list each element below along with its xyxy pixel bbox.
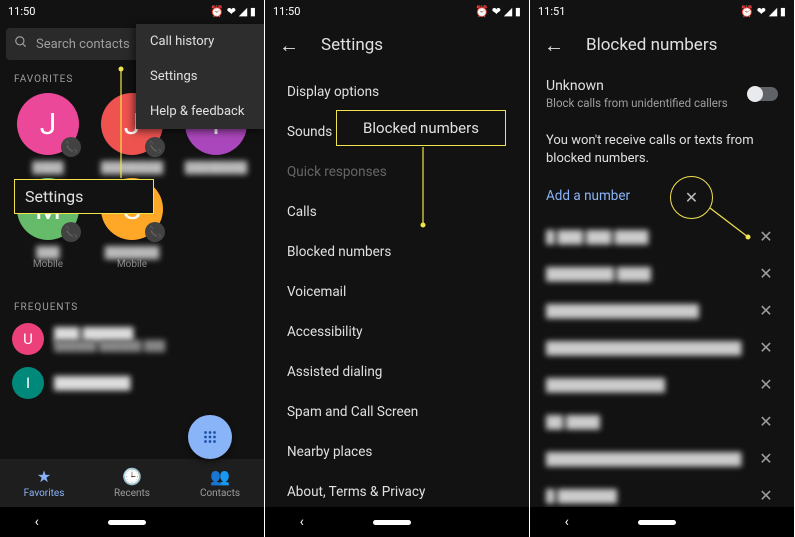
clock: 11:51 [538, 5, 565, 18]
setting-accessibility[interactable]: Accessibility [265, 312, 529, 352]
blocked-item: ██ ████✕ [540, 403, 784, 440]
remove-icon[interactable]: ✕ [754, 338, 778, 357]
blocked-item: ████████ ████✕ [540, 255, 784, 292]
blocked-item: ██████████████✕ [540, 366, 784, 403]
status-icons: ⏰ ❤ ◢ ▮ [475, 5, 521, 18]
phone-icon: 📞 [61, 222, 81, 242]
blocked-list: █ ███ ███ ████✕ ████████ ████✕ █████████… [530, 218, 794, 537]
setting-assisted-dialing[interactable]: Assisted dialing [265, 352, 529, 392]
status-icons: ⏰ ❤ ◢ ▮ [740, 5, 786, 18]
menu-settings[interactable]: Settings [136, 59, 264, 94]
android-navbar: ‹ [265, 507, 529, 537]
bottom-tabs: ★ Favorites 🕒 Recents 👥 Contacts [0, 459, 264, 507]
setting-voicemail[interactable]: Voicemail [265, 272, 529, 312]
status-bar: 11:50 ⏰ ❤ ◢ ▮ [0, 0, 264, 22]
back-arrow-icon[interactable]: ← [544, 33, 564, 58]
menu-call-history[interactable]: Call history [136, 24, 264, 59]
remove-icon[interactable]: ✕ [754, 301, 778, 320]
frequent-item[interactable]: I █████████ [0, 361, 264, 405]
callout-settings: Settings [14, 179, 154, 214]
status-bar: 11:50 ⏰ ❤ ◢ ▮ [265, 0, 529, 22]
add-number-button[interactable]: Add a number [530, 174, 794, 218]
setting-display-options[interactable]: Display options [265, 72, 529, 112]
android-navbar: ‹ [530, 507, 794, 537]
nav-back[interactable]: ‹ [35, 514, 39, 530]
blocked-description: You won't receive calls or texts from bl… [530, 120, 794, 174]
blocked-item: ██████████████████✕ [540, 292, 784, 329]
remove-icon[interactable]: ✕ [754, 227, 778, 246]
page-title: Settings [321, 35, 383, 55]
setting-blocked-numbers[interactable]: Blocked numbers [265, 232, 529, 272]
search-icon [14, 35, 28, 53]
status-bar: 11:51 ⏰ ❤ ◢ ▮ [530, 0, 794, 22]
unknown-title: Unknown [546, 78, 748, 94]
nav-home[interactable] [108, 520, 146, 525]
status-icons: ⏰ ❤ ◢ ▮ [210, 5, 256, 18]
phone-icon: 📞 [145, 137, 165, 157]
phone-icon: 📞 [145, 222, 165, 242]
phone-icon: 📞 [61, 137, 81, 157]
pane-blocked-numbers: 11:51 ⏰ ❤ ◢ ▮ ← Blocked numbers Unknown … [530, 0, 795, 537]
star-icon: ★ [37, 467, 51, 486]
remove-icon[interactable]: ✕ [754, 486, 778, 505]
dialpad-fab[interactable] [188, 415, 232, 459]
avatar-u: U [12, 323, 44, 355]
blocked-item: ███████████████████████✕ [540, 440, 784, 477]
remove-icon[interactable]: ✕ [754, 412, 778, 431]
blocked-item: █ ███ ███ ████✕ [540, 218, 784, 255]
page-title: Blocked numbers [586, 35, 717, 55]
tab-recents[interactable]: 🕒 Recents [88, 459, 176, 507]
clock: 11:50 [8, 5, 35, 18]
avatar-i: I [12, 367, 44, 399]
search-placeholder: Search contacts [36, 37, 130, 52]
overflow-menu: Call history Settings Help & feedback [136, 24, 264, 129]
avatar-j1[interactable]: J 📞 [17, 93, 79, 155]
remove-icon[interactable]: ✕ [754, 375, 778, 394]
remove-icon[interactable]: ✕ [754, 449, 778, 468]
pane-contacts: 11:50 ⏰ ❤ ◢ ▮ Search contacts Call histo… [0, 0, 265, 537]
remove-icon[interactable]: ✕ [754, 264, 778, 283]
unknown-subtitle: Block calls from unidentified callers [546, 96, 748, 110]
setting-quick-responses[interactable]: Quick responses [265, 152, 529, 192]
setting-nearby[interactable]: Nearby places [265, 432, 529, 472]
people-icon: 👥 [210, 467, 230, 486]
unknown-toggle[interactable] [748, 87, 778, 101]
frequent-item[interactable]: U ███ ██████ ██████ ██████ ███ [0, 317, 264, 361]
menu-help[interactable]: Help & feedback [136, 94, 264, 129]
setting-about[interactable]: About, Terms & Privacy [265, 472, 529, 512]
blocked-item: ███████████████████████✕ [540, 329, 784, 366]
android-navbar: ‹ [0, 507, 264, 537]
frequents-header: FREQUENTS [0, 294, 264, 317]
callout-blocked-numbers: Blocked numbers [336, 110, 506, 146]
back-arrow-icon[interactable]: ← [279, 33, 299, 58]
clock: 11:50 [273, 5, 300, 18]
nav-home[interactable] [638, 520, 676, 525]
pane-settings: 11:50 ⏰ ❤ ◢ ▮ ← Settings Display options… [265, 0, 530, 537]
nav-back[interactable]: ‹ [300, 514, 304, 530]
setting-calls[interactable]: Calls [265, 192, 529, 232]
tab-contacts[interactable]: 👥 Contacts [176, 459, 264, 507]
callout-remove-x: ✕ [670, 176, 713, 219]
setting-spam[interactable]: Spam and Call Screen [265, 392, 529, 432]
tab-favorites[interactable]: ★ Favorites [0, 459, 88, 507]
clock-icon: 🕒 [122, 467, 142, 486]
nav-back[interactable]: ‹ [565, 514, 569, 530]
nav-home[interactable] [373, 520, 411, 525]
